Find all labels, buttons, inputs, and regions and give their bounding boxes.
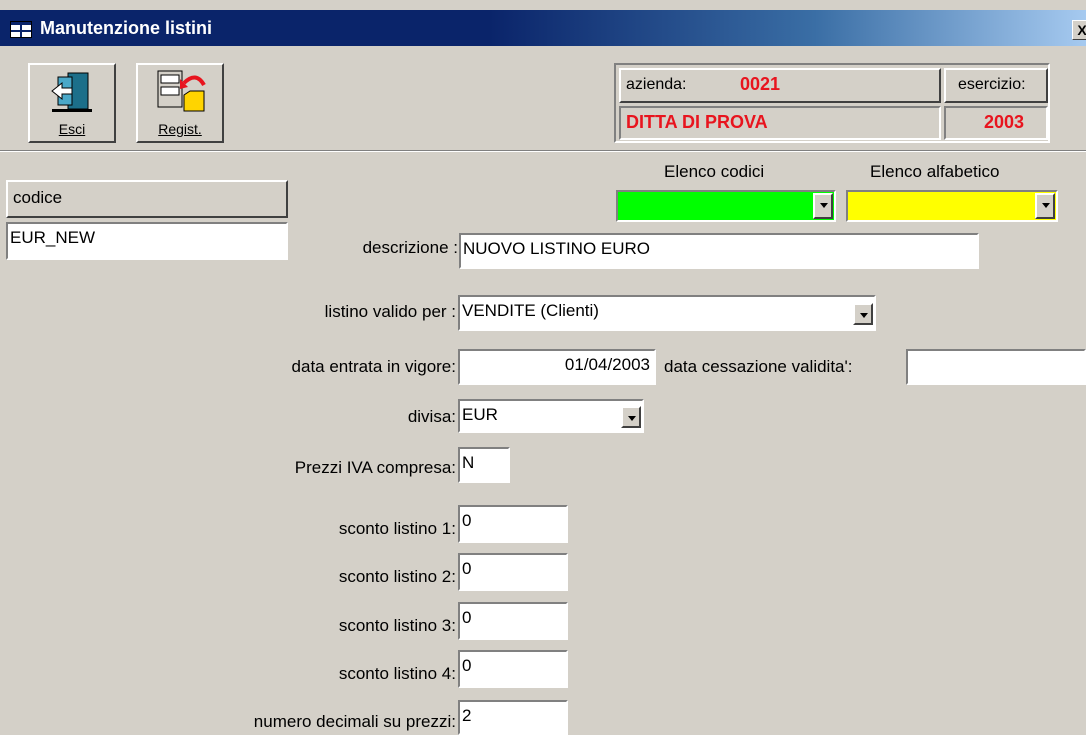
data-cessazione-label: data cessazione validita': (664, 357, 853, 376)
data-cessazione-field[interactable] (906, 349, 1086, 385)
sconto-4-label: sconto listino 4: (338, 664, 456, 683)
esercizio-value: 2003 (984, 112, 1025, 132)
exit-door-icon (51, 72, 92, 112)
prezzi-iva-field[interactable]: N (458, 447, 510, 483)
listino-valido-label: listino valido per : (324, 302, 456, 321)
descrizione-label: descrizione : (362, 238, 458, 257)
registra-label: Regist. (158, 121, 202, 137)
save-record-icon (157, 70, 206, 112)
chevron-down-icon[interactable] (1035, 193, 1055, 219)
codice-field[interactable]: EUR_NEW (6, 222, 288, 260)
header-separator (0, 150, 1086, 152)
prezzi-iva-label: Prezzi IVA compresa: (294, 458, 456, 477)
data-entrata-label: data entrata in vigore: (291, 357, 456, 376)
numero-decimali-field[interactable]: 2 (458, 700, 568, 735)
esercizio-label: esercizio: (958, 76, 1026, 93)
azienda-code: 0021 (740, 74, 781, 94)
esci-button[interactable]: Esci (28, 63, 116, 143)
sconto-3-field[interactable]: 0 (458, 602, 568, 640)
numero-decimali-label: numero decimali su prezzi: (253, 712, 456, 731)
descrizione-field[interactable]: NUOVO LISTINO EURO (459, 233, 979, 269)
window-title: Manutenzione listini (40, 18, 213, 38)
sconto-1-field[interactable]: 0 (458, 505, 568, 543)
chevron-down-icon[interactable] (853, 303, 873, 325)
title-bar[interactable]: Manutenzione listini X (0, 10, 1086, 46)
chevron-down-icon[interactable] (813, 193, 833, 219)
esci-label: Esci (58, 121, 86, 137)
elenco-codici-combo[interactable] (616, 190, 836, 222)
data-entrata-field[interactable]: 01/04/2003 (458, 349, 656, 385)
form-icon (10, 21, 32, 38)
registra-button[interactable]: Regist. (136, 63, 224, 143)
divisa-value: EUR (462, 405, 498, 424)
elenco-alfabetico-combo[interactable] (846, 190, 1058, 222)
azienda-label: azienda: (626, 76, 687, 93)
listino-valido-select[interactable]: VENDITE (Clienti) (458, 295, 876, 331)
azienda-name: DITTA DI PROVA (626, 112, 768, 132)
chevron-down-icon[interactable] (621, 406, 641, 428)
sconto-1-label: sconto listino 1: (338, 519, 456, 538)
sconto-3-label: sconto listino 3: (338, 616, 456, 635)
listino-valido-value: VENDITE (Clienti) (462, 301, 599, 320)
sconto-2-field[interactable]: 0 (458, 553, 568, 591)
elenco-codici-label: Elenco codici (664, 162, 765, 181)
sconto-2-label: sconto listino 2: (338, 567, 456, 586)
close-button[interactable]: X (1072, 20, 1086, 40)
divisa-select[interactable]: EUR (458, 399, 644, 433)
codice-label: codice (6, 180, 288, 218)
sconto-4-field[interactable]: 0 (458, 650, 568, 688)
divisa-label: divisa: (407, 407, 456, 426)
elenco-alfabetico-label: Elenco alfabetico (870, 162, 1000, 181)
